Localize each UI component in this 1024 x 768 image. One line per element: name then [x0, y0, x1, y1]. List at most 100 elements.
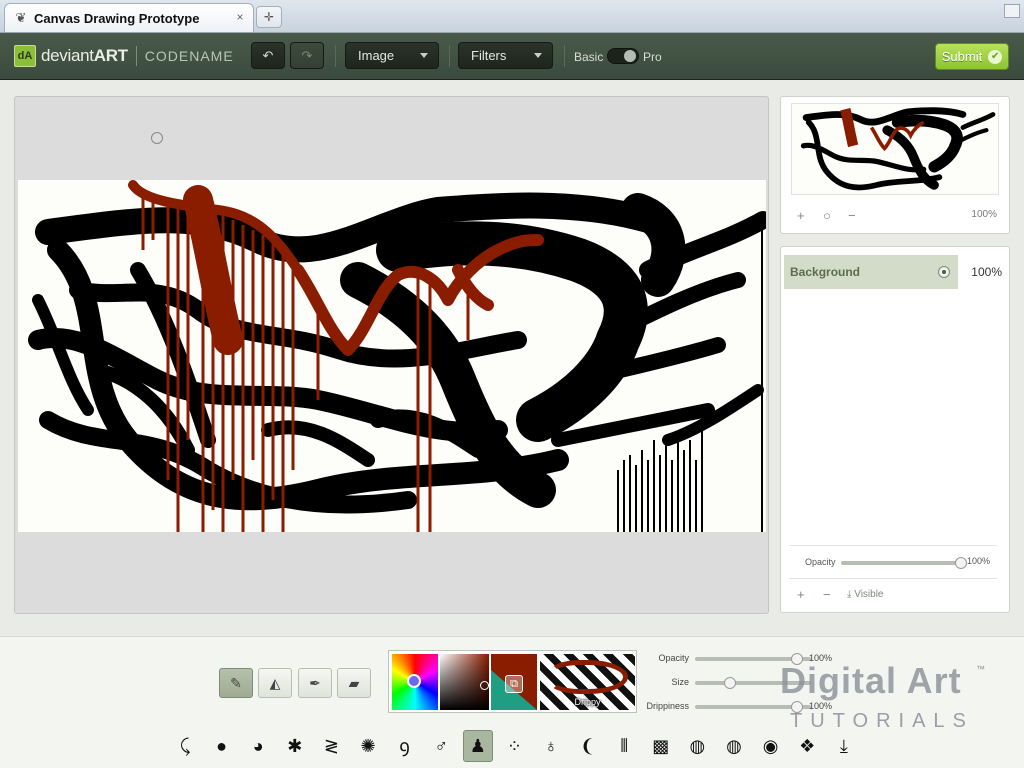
filters-menu-dropdown[interactable]: Filters: [458, 42, 553, 69]
watermark-title: Digital Art: [780, 660, 962, 701]
layer-opacity-label: Opacity: [805, 557, 836, 567]
window-restore-button[interactable]: [1004, 4, 1020, 18]
layer-opacity-slider-knob[interactable]: [955, 557, 967, 569]
fill-tool-button[interactable]: ◭: [258, 668, 292, 698]
spring-brush[interactable]: ≷: [316, 730, 346, 762]
cube-brush[interactable]: ❖: [792, 730, 822, 762]
toolbar-separator: [564, 45, 565, 67]
squiggle-brush[interactable]: ⤹: [170, 730, 200, 762]
tab-title: Canvas Drawing Prototype: [34, 10, 200, 26]
remove-layer-button[interactable]: −: [823, 587, 831, 602]
color-wheel-picker[interactable]: [407, 674, 421, 688]
curl-brush[interactable]: ꝯ: [390, 730, 420, 762]
star-burst-brush[interactable]: ✺: [353, 730, 383, 762]
visible-toggle[interactable]: ⤓ Visible: [847, 589, 883, 600]
divider: [789, 545, 997, 546]
image-menu-dropdown[interactable]: Image: [345, 42, 439, 69]
download-brush[interactable]: ⤓: [829, 730, 859, 762]
brush-size-label: Size: [671, 677, 689, 687]
layer-opacity-value: 100%: [967, 556, 991, 566]
shade-picker-dot[interactable]: [480, 681, 489, 690]
layer-opacity[interactable]: 100%: [958, 255, 1008, 289]
undo-button[interactable]: ↶: [251, 42, 285, 69]
watermark-trademark: ™: [976, 664, 985, 674]
navigator-thumbnail[interactable]: [791, 103, 999, 195]
brush-selector: ⤹ ● ◕ ✱ ≷ ✺ ꝯ ♂ ♟ ⁘ ♁ ❨ ⦀ ▩ ◍ ◍ ◉ ❖ ⤓: [170, 730, 860, 764]
eraser-tool-icon: ▰: [348, 674, 360, 691]
male-symbol-brush[interactable]: ♂: [426, 730, 456, 762]
canvas-workspace[interactable]: [14, 96, 769, 614]
add-layer-button[interactable]: +: [797, 587, 805, 602]
redo-icon: ↷: [301, 47, 313, 63]
layer-opacity-slider[interactable]: [841, 557, 967, 569]
layer-name: Background: [790, 265, 861, 279]
drippy-brush[interactable]: ♟: [462, 730, 493, 762]
brush-preview-label: Drippy: [574, 697, 601, 707]
deviantart-icon: dA: [14, 45, 36, 67]
tab-close-icon[interactable]: ×: [233, 10, 247, 24]
layer-select-radio[interactable]: [938, 266, 950, 278]
redo-button[interactable]: ↷: [290, 42, 324, 69]
crosshatch-brush[interactable]: ▩: [646, 730, 676, 762]
filters-menu-label: Filters: [471, 48, 507, 63]
browser-tab-strip: ❦ Canvas Drawing Prototype × ✛: [0, 0, 1024, 33]
chevron-down-icon: [534, 53, 542, 58]
brush-cursor: [151, 132, 163, 144]
new-tab-button[interactable]: ✛: [256, 6, 282, 28]
mode-pro-label: Pro: [643, 50, 662, 64]
divider: [789, 578, 997, 579]
image-menu-label: Image: [358, 48, 395, 63]
watermark: Digital Art ™ TUTORIALS: [780, 660, 1000, 740]
zoom-level: 100%: [971, 209, 997, 220]
layer-name-cell[interactable]: Background: [784, 255, 958, 289]
brand-name: deviantART: [41, 46, 128, 65]
color-wheel[interactable]: [392, 654, 438, 710]
submit-button[interactable]: Submit ✔: [935, 43, 1009, 70]
brush-tool-icon: ✎: [230, 674, 242, 691]
zoom-reset-button[interactable]: ○: [823, 208, 831, 223]
chevron-down-icon: [420, 53, 428, 58]
brush-tool-button[interactable]: ✎: [219, 668, 253, 698]
brush-size-knob[interactable]: [723, 677, 736, 689]
eyedropper-tool-button[interactable]: ✒: [298, 668, 332, 698]
split-circle-brush[interactable]: ◕: [243, 730, 273, 762]
deviantart-logo[interactable]: dA deviantART CODENAME: [14, 45, 234, 67]
browser-tab[interactable]: ❦ Canvas Drawing Prototype ×: [4, 3, 254, 32]
layer-row[interactable]: Background 100%: [784, 255, 1008, 289]
mottled-brush[interactable]: ◉: [756, 730, 786, 762]
round-brush[interactable]: ●: [207, 730, 237, 762]
current-color-swatch[interactable]: ⧉: [491, 654, 537, 710]
zoom-out-button[interactable]: −: [848, 208, 856, 223]
brush-preview[interactable]: Drippy: [540, 654, 635, 710]
mode-basic-label: Basic: [574, 50, 604, 64]
artwork: [28, 180, 766, 532]
shade-picker[interactable]: [440, 654, 489, 710]
undo-icon: ↶: [262, 47, 274, 63]
zoom-in-button[interactable]: +: [797, 208, 805, 223]
brush-opacity-label: Opacity: [658, 653, 689, 663]
eyedropper-tool-icon: ✒: [309, 674, 321, 691]
color-swatch-panel: ⧉ Drippy: [388, 650, 637, 713]
layers-panel: Background 100% Opacity 100% + − ⤓ Visib…: [780, 246, 1010, 613]
checkmark-icon: ✔: [988, 49, 1003, 64]
mode-toggle[interactable]: [607, 48, 639, 64]
lines-brush[interactable]: ⦀: [609, 730, 639, 762]
striped-circle-brush[interactable]: ◍: [719, 730, 749, 762]
eraser-tool-button[interactable]: ▰: [337, 668, 371, 698]
drawing-canvas[interactable]: [18, 180, 766, 532]
dotted-circle-brush[interactable]: ◍: [682, 730, 712, 762]
fill-tool-icon: ◭: [269, 674, 281, 691]
toolbar-separator: [335, 45, 336, 67]
ring-brush[interactable]: ♁: [536, 730, 566, 762]
feather-brush[interactable]: ❨: [573, 730, 603, 762]
dots-brush[interactable]: ⁘: [499, 730, 529, 762]
swap-colors-icon[interactable]: ⧉: [505, 675, 523, 693]
submit-label: Submit: [941, 49, 983, 64]
logo-divider: [135, 46, 137, 66]
navigator-panel: + ○ − 100%: [780, 96, 1010, 234]
splat-brush[interactable]: ✱: [280, 730, 310, 762]
mode-toggle-knob: [624, 50, 636, 62]
navigator-preview: [800, 107, 996, 191]
fox-icon: ❦: [15, 10, 27, 25]
toolbar-separator: [449, 45, 450, 67]
